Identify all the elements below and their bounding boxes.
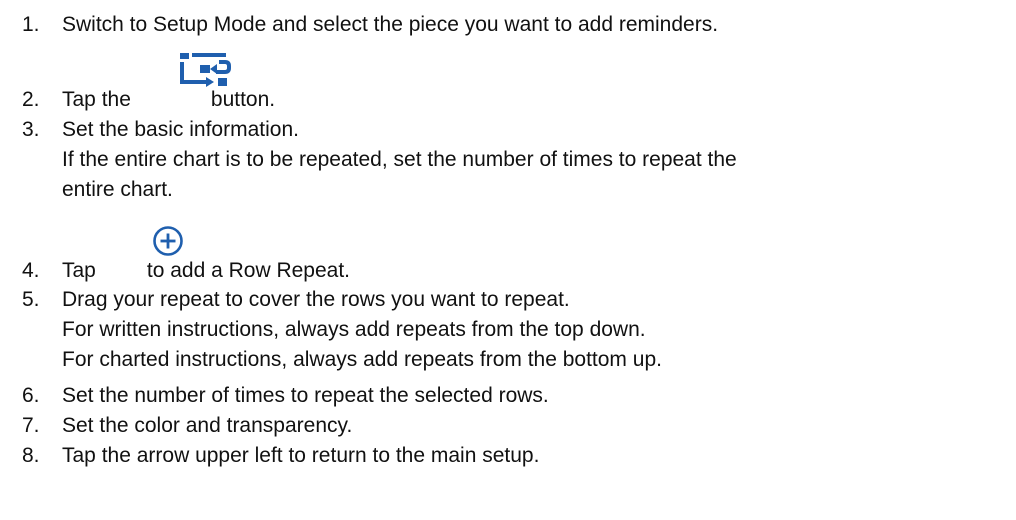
step-text: Drag your repeat to cover the rows you w… <box>62 288 570 311</box>
step-number: 1. <box>22 13 40 36</box>
step-3-detail: entire chart. <box>62 178 173 201</box>
step-text: Switch to Setup Mode and select the piec… <box>62 13 719 36</box>
step-text: Set the number of times to repeat the se… <box>62 384 549 407</box>
step-5-detail: For written instructions, always add rep… <box>62 318 646 341</box>
step-5: 5. Drag your repeat to cover the rows you… <box>22 287 570 313</box>
step-number: 3. <box>22 118 40 141</box>
step-3: 3. Set the basic information. <box>22 117 299 143</box>
step-text-after: to add a Row Repeat. <box>146 259 350 282</box>
instructions-document: 1. Switch to Setup Mode and select the pi… <box>0 0 1016 520</box>
step-number: 8. <box>22 444 40 467</box>
step-text: Tap the arrow upper left to return to th… <box>62 444 540 467</box>
step-text-before: Tap <box>62 259 96 282</box>
step-text: Set the color and transparency. <box>62 414 353 437</box>
step-number: 6. <box>22 384 40 407</box>
step-text-after: button. <box>210 88 276 111</box>
step-4: 4. Tap to add a Row Repeat. <box>22 258 350 284</box>
step-text-before: Tap the <box>62 88 131 111</box>
step-3-detail: If the entire chart is to be repeated, s… <box>62 148 737 171</box>
step-number: 5. <box>22 288 40 311</box>
step-8: 8. Tap the arrow upper left to return to … <box>22 443 539 469</box>
step-number: 4. <box>22 259 40 282</box>
step-number: 7. <box>22 414 40 437</box>
step-7: 7. Set the color and transparency. <box>22 413 352 439</box>
step-1: 1. Switch to Setup Mode and select the pi… <box>22 12 718 38</box>
add-circle-icon <box>153 226 183 256</box>
step-6: 6. Set the number of times to repeat the … <box>22 383 549 409</box>
step-number: 2. <box>22 88 40 111</box>
step-text: Set the basic information. <box>62 118 299 141</box>
step-5-detail: For charted instructions, always add rep… <box>62 348 662 371</box>
step-2: 2. Tap the button. <box>22 87 275 113</box>
